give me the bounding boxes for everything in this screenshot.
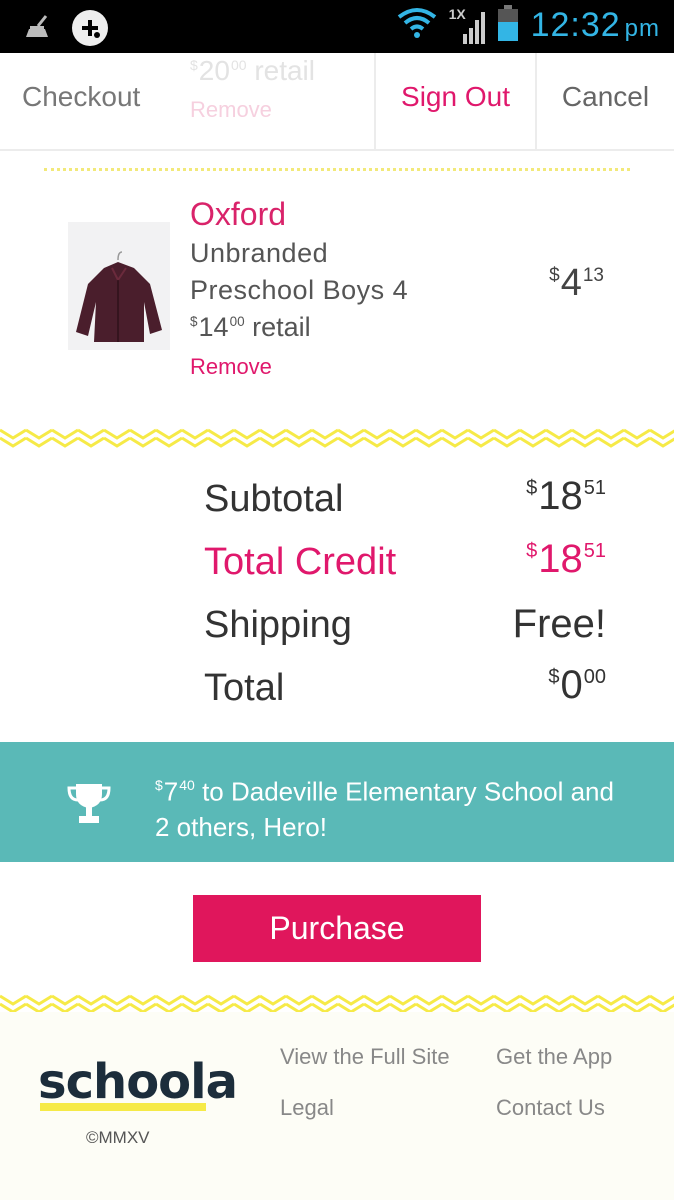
item-remove-link[interactable]: Remove <box>190 354 272 380</box>
total-credit-value: $1851 <box>526 537 606 582</box>
purchase-button[interactable]: Purchase <box>193 895 481 962</box>
donation-text: to Dadeville Elementary School and 2 oth… <box>155 776 614 842</box>
shipping-value: Free! <box>512 602 606 646</box>
clock-time: 12:32 <box>530 6 621 44</box>
total-label: Total <box>204 667 285 709</box>
currency-symbol: $ <box>549 264 560 286</box>
checkout-title: Checkout <box>22 81 141 112</box>
subtotal-value: $1851 <box>526 474 606 519</box>
item-retail-price: $1400 retail <box>190 312 311 343</box>
currency-symbol: $ <box>526 477 538 499</box>
view-full-site-link[interactable]: View the Full Site <box>280 1044 450 1070</box>
subtotal-label: Subtotal <box>204 478 344 520</box>
item-brand: Unbranded <box>190 238 329 268</box>
cleaner-icon <box>22 13 52 48</box>
item-retail-label: retail <box>252 312 311 342</box>
wifi-icon <box>397 7 437 44</box>
clock-ampm: pm <box>624 15 660 42</box>
signal-icon: 1X <box>449 6 485 46</box>
donation-dollars: 7 <box>163 776 179 807</box>
currency-symbol: $ <box>155 777 163 793</box>
clock: 12:32 pm <box>531 6 660 45</box>
item-retail-dollars: 14 <box>198 312 229 342</box>
app-notification-icon <box>70 8 110 53</box>
checkout-header: Checkout $2000 retail Remove Sign Out Ca… <box>0 53 674 151</box>
item-thumbnail[interactable] <box>68 222 170 350</box>
logo-underline <box>40 1103 206 1111</box>
item-size: Preschool Boys 4 <box>190 275 409 305</box>
item-title[interactable]: Oxford <box>190 196 286 233</box>
zigzag-divider <box>0 992 674 1014</box>
credit-cents: 51 <box>583 540 606 562</box>
currency-symbol: $ <box>190 313 198 329</box>
subtotal-cents: 51 <box>583 477 606 499</box>
previous-item-remove-link[interactable]: Remove <box>190 97 272 123</box>
item-price-cents: 13 <box>582 264 604 286</box>
total-credit-label: Total Credit <box>204 541 397 583</box>
sign-out-button[interactable]: Sign Out <box>376 81 535 113</box>
item-price: $413 <box>549 262 604 305</box>
subtotal-dollars: 18 <box>538 474 583 518</box>
donation-message: $740 to Dadeville Elementary School and … <box>155 768 635 845</box>
status-bar: 1X 12:32 pm <box>0 0 674 53</box>
currency-symbol: $ <box>526 540 538 562</box>
legal-link[interactable]: Legal <box>280 1095 334 1121</box>
total-value: $000 <box>548 663 606 708</box>
zigzag-divider <box>0 426 674 448</box>
currency-symbol: $ <box>548 666 560 688</box>
get-the-app-link[interactable]: Get the App <box>496 1044 612 1070</box>
donation-banner: $740 to Dadeville Elementary School and … <box>0 742 674 862</box>
previous-item-retail-label: retail <box>254 55 316 86</box>
contact-us-link[interactable]: Contact Us <box>496 1095 605 1121</box>
trophy-icon <box>66 780 112 831</box>
shipping-label: Shipping <box>204 604 352 646</box>
battery-icon <box>497 4 519 47</box>
currency-symbol: $ <box>190 56 198 73</box>
previous-item-retail: $2000 retail <box>190 55 315 87</box>
donation-cents: 40 <box>179 777 195 793</box>
total-cents: 00 <box>583 666 606 688</box>
previous-item-price: 20 <box>198 55 230 86</box>
schoola-logo[interactable]: schoola <box>38 1054 238 1110</box>
cancel-button[interactable]: Cancel <box>537 81 674 113</box>
credit-dollars: 18 <box>538 537 583 581</box>
item-retail-cents: 00 <box>229 313 245 329</box>
dotted-divider <box>44 168 630 171</box>
item-price-dollars: 4 <box>560 262 582 304</box>
total-dollars: 0 <box>560 663 583 707</box>
previous-item-cents: 00 <box>230 56 247 73</box>
copyright: ©MMXV <box>86 1128 150 1147</box>
